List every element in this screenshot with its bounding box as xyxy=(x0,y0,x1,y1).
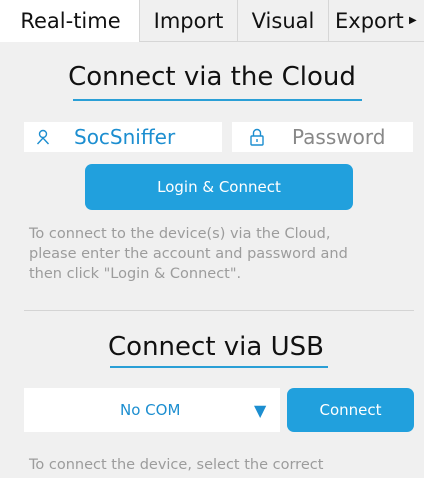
username-input[interactable] xyxy=(72,124,222,150)
tab-overflow-icon[interactable]: ▶ xyxy=(409,15,417,26)
cloud-title-underline xyxy=(73,99,362,101)
caret-down-icon: ▼ xyxy=(254,400,267,420)
password-field[interactable] xyxy=(232,122,413,152)
usb-title-underline xyxy=(110,366,328,368)
tab-real-time[interactable]: Real-time xyxy=(0,0,140,42)
usb-connect-button[interactable]: Connect xyxy=(287,388,414,432)
tab-export[interactable]: Export ▶ xyxy=(329,0,424,42)
cloud-section-title: Connect via the Cloud xyxy=(68,62,356,92)
tab-label: Visual xyxy=(251,8,315,33)
tab-visual[interactable]: Visual xyxy=(238,0,329,42)
section-divider xyxy=(24,310,414,311)
usb-section-title: Connect via USB xyxy=(108,332,324,362)
com-port-select[interactable]: No COM ▼ xyxy=(24,388,280,432)
help-line: To connect the device, select the correc… xyxy=(29,457,324,473)
password-input[interactable] xyxy=(290,124,413,150)
tab-bar: Real-time Import Visual Export ▶ xyxy=(0,0,424,42)
help-line: To connect to the device(s) via the Clou… xyxy=(29,226,331,242)
connect-panel: Real-time Import Visual Export ▶ Connect… xyxy=(0,0,424,478)
user-icon xyxy=(36,129,50,145)
help-line: please enter the account and password an… xyxy=(29,246,348,262)
login-connect-button[interactable]: Login & Connect xyxy=(85,164,353,210)
tab-import[interactable]: Import xyxy=(140,0,238,42)
cloud-help-text: To connect to the device(s) via the Clou… xyxy=(29,224,348,284)
username-field[interactable] xyxy=(24,122,222,152)
com-port-value: No COM xyxy=(120,401,181,419)
help-line: then click "Login & Connect". xyxy=(29,266,242,282)
tab-label: Real-time xyxy=(20,9,121,33)
tab-label: Import xyxy=(153,8,224,33)
usb-help-text: To connect the device, select the correc… xyxy=(29,455,323,475)
lock-icon xyxy=(250,128,264,146)
tab-label: Export xyxy=(335,8,404,33)
